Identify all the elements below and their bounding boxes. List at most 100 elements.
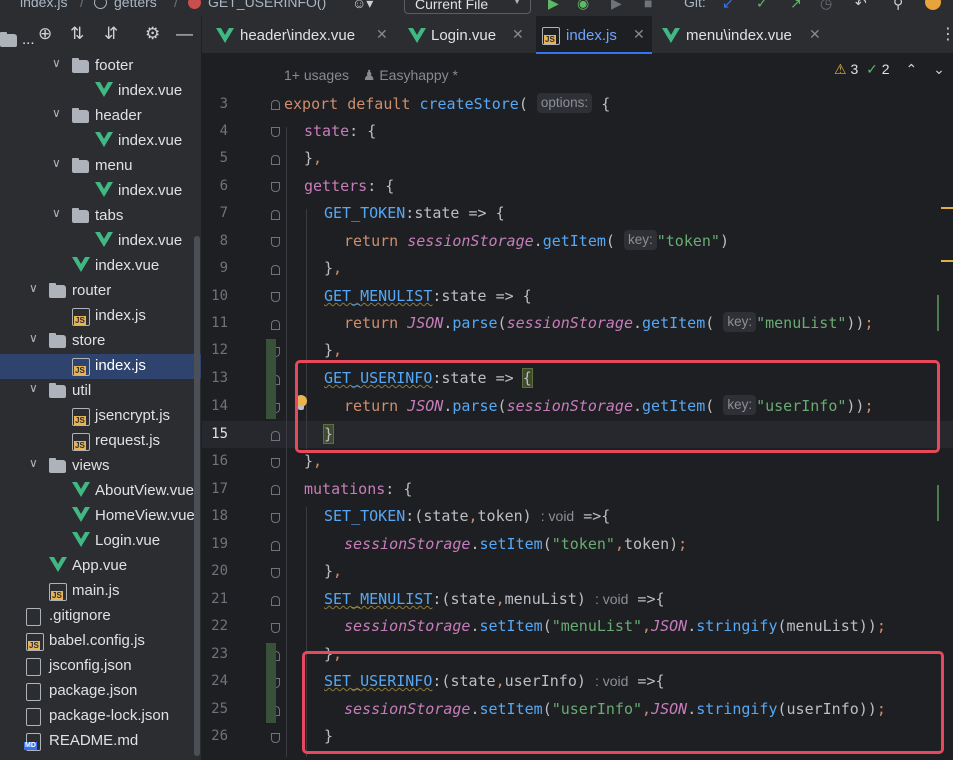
line-number[interactable]: 26	[202, 728, 228, 744]
tree-item[interactable]: index.vue	[0, 179, 201, 204]
tree-item[interactable]: index.js	[0, 354, 201, 379]
line-number[interactable]: 23	[202, 646, 228, 662]
fold-marker-icon[interactable]	[271, 155, 280, 165]
fold-marker-icon[interactable]	[271, 541, 280, 551]
run-icon[interactable]: ▶	[548, 0, 559, 12]
tree-item[interactable]: ∨ footer	[0, 54, 201, 79]
fold-marker-icon[interactable]	[271, 623, 280, 633]
author-hint[interactable]: Easyhappy *	[379, 67, 458, 83]
fold-marker-icon[interactable]	[271, 513, 280, 523]
tree-item[interactable]: index.js	[0, 304, 201, 329]
line-number[interactable]: 17	[202, 481, 228, 497]
close-icon[interactable]: ✕	[633, 26, 645, 43]
line-number[interactable]: 20	[202, 563, 228, 579]
line-number[interactable]: 21	[202, 591, 228, 607]
tree-item[interactable]: ∨ router	[0, 279, 201, 304]
fold-marker-icon[interactable]	[271, 127, 280, 137]
tree-item[interactable]: ∨ tabs	[0, 204, 201, 229]
line-number[interactable]: 18	[202, 508, 228, 524]
vcs-change-marker[interactable]	[266, 643, 276, 723]
line-number[interactable]: 24	[202, 673, 228, 689]
update-icon[interactable]	[925, 0, 941, 10]
tree-item[interactable]: package.json	[0, 679, 201, 704]
line-number[interactable]: 16	[202, 453, 228, 469]
tab-header-index-vue[interactable]: header\index.vue ✕	[202, 16, 394, 54]
fold-marker-icon[interactable]	[271, 265, 280, 275]
tree-item[interactable]: main.js	[0, 579, 201, 604]
tree-item[interactable]: App.vue	[0, 554, 201, 579]
close-icon[interactable]: ✕	[376, 26, 388, 43]
tab-login-vue[interactable]: Login.vue ✕	[394, 16, 536, 54]
fold-marker-icon[interactable]	[271, 100, 280, 110]
fold-marker-icon[interactable]	[271, 733, 280, 743]
fold-marker-icon[interactable]	[271, 568, 280, 578]
tree-item[interactable]: Login.vue	[0, 529, 201, 554]
fold-marker-icon[interactable]	[271, 292, 280, 302]
tree-item[interactable]: package-lock.json	[0, 704, 201, 729]
line-number[interactable]: 14	[202, 398, 228, 414]
fold-marker-icon[interactable]	[271, 210, 280, 220]
line-number[interactable]: 10	[202, 288, 228, 304]
code-editor[interactable]: 1+ usages ♟ Easyhappy * ⚠ 3 ✓ 2 ⌃ ⌄ 3 4 5 6…	[202, 55, 953, 760]
tree-item[interactable]: AboutView.vue	[0, 479, 201, 504]
tree-item[interactable]: index.vue	[0, 79, 201, 104]
line-number[interactable]: 25	[202, 701, 228, 717]
inspection-widget[interactable]: ⚠ 3 ✓ 2 ⌃ ⌄	[834, 61, 945, 78]
line-number[interactable]: 11	[202, 315, 228, 331]
tree-item[interactable]: jsencrypt.js	[0, 404, 201, 429]
sidebar-scrollbar[interactable]	[194, 236, 200, 756]
chevron-down-icon[interactable]: ∨	[52, 156, 61, 170]
tree-item[interactable]: ∨ store	[0, 329, 201, 354]
git-commit-icon[interactable]: ✓	[756, 0, 768, 12]
fold-marker-icon[interactable]	[271, 320, 280, 330]
debug-icon[interactable]: ◉	[577, 0, 589, 12]
user-icon[interactable]: ☺▾	[352, 0, 373, 12]
warning-marker[interactable]	[941, 260, 953, 262]
chevron-down-icon[interactable]: ∨	[52, 106, 61, 120]
fold-marker-icon[interactable]	[271, 182, 280, 192]
chevron-up-icon[interactable]: ⌃	[905, 61, 917, 77]
fold-marker-icon[interactable]	[271, 458, 280, 468]
tree-item[interactable]: ∨ header	[0, 104, 201, 129]
tree-item[interactable]: babel.config.js	[0, 629, 201, 654]
chevron-down-icon[interactable]: ∨	[29, 381, 38, 395]
line-number[interactable]: 8	[202, 233, 228, 249]
tab-menu-index-vue[interactable]: menu\index.vue ✕	[652, 16, 832, 54]
chevron-down-icon[interactable]: ∨	[29, 281, 38, 295]
chevron-down-icon[interactable]: ∨	[29, 331, 38, 345]
tab-index-js[interactable]: index.js ✕	[536, 16, 652, 54]
search-icon[interactable]: ⚲	[893, 0, 903, 12]
tree-item[interactable]: ∨ menu	[0, 154, 201, 179]
stop-icon[interactable]: ■	[644, 0, 652, 11]
close-icon[interactable]: ✕	[512, 26, 524, 43]
line-number[interactable]: 5	[202, 150, 228, 166]
tree-item[interactable]: ...	[0, 28, 201, 53]
line-number[interactable]: 12	[202, 342, 228, 358]
line-number[interactable]: 22	[202, 618, 228, 634]
line-number[interactable]: 4	[202, 123, 228, 139]
git-push-icon[interactable]: ↗	[790, 0, 802, 12]
chevron-down-icon[interactable]: ∨	[52, 56, 61, 70]
chevron-down-icon[interactable]: ∨	[52, 206, 61, 220]
tree-item[interactable]: index.vue	[0, 229, 201, 254]
tree-item[interactable]: HomeView.vue	[0, 504, 201, 529]
chevron-down-icon[interactable]: ∨	[29, 456, 38, 470]
code-vision[interactable]: 1+ usages ♟ Easyhappy *	[284, 67, 458, 84]
tree-item[interactable]: request.js	[0, 429, 201, 454]
git-update-icon[interactable]: ↙	[722, 0, 734, 12]
fold-marker-icon[interactable]	[271, 237, 280, 247]
tree-item[interactable]: index.vue	[0, 254, 201, 279]
run-configuration-select[interactable]: Current File ▼	[404, 0, 531, 14]
line-number[interactable]: 6	[202, 178, 228, 194]
breadcrumb-section[interactable]: getters	[114, 0, 157, 10]
close-icon[interactable]: ✕	[809, 26, 821, 43]
tree-item[interactable]: index.vue	[0, 129, 201, 154]
coverage-icon[interactable]: ▶	[611, 0, 622, 12]
chevron-down-icon[interactable]: ⌄	[933, 61, 945, 77]
usages-hint[interactable]: 1+ usages	[284, 67, 349, 83]
change-marker[interactable]	[937, 295, 939, 331]
change-marker[interactable]	[937, 485, 939, 521]
warning-marker[interactable]	[941, 207, 953, 209]
vcs-change-marker[interactable]	[266, 339, 276, 419]
rollback-icon[interactable]: ↶	[855, 0, 867, 12]
